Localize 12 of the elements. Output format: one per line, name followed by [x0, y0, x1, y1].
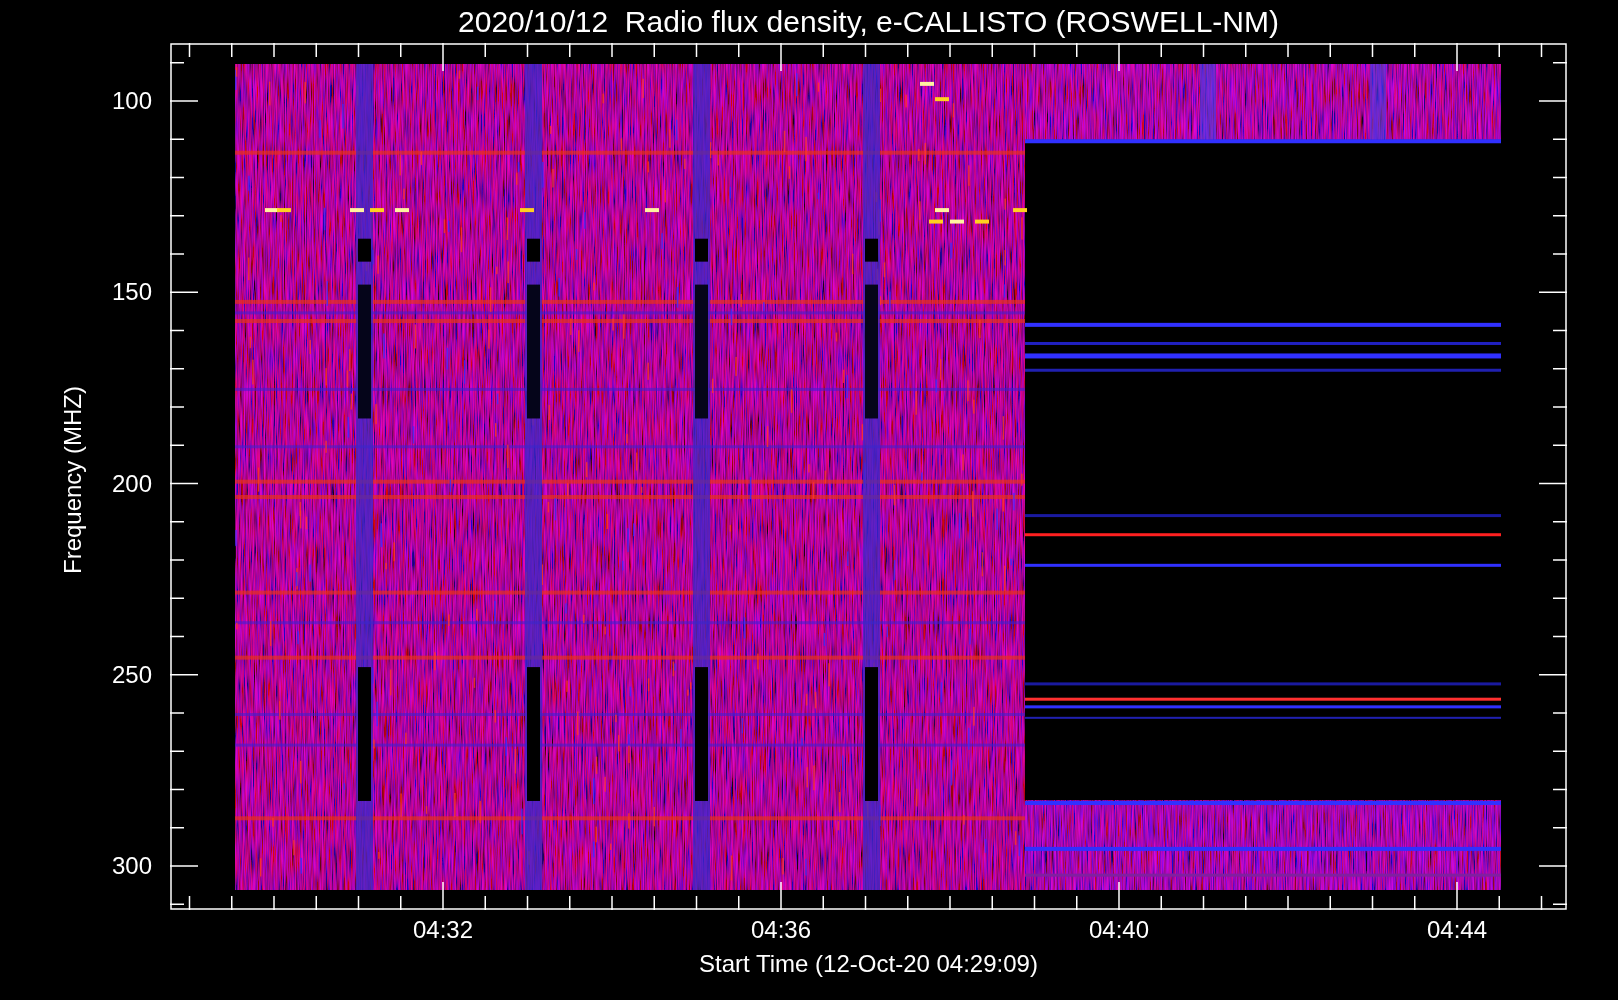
- y-tick-label: 300: [111, 852, 152, 880]
- x-tick-label: 04:44: [1426, 916, 1488, 944]
- y-tick-label: 200: [111, 469, 152, 498]
- x-tick-label: 04:32: [412, 916, 474, 944]
- y-tick-label: 150: [111, 278, 152, 307]
- x-axis-label: Start Time (12-Oct-20 04:29:09): [699, 950, 1038, 978]
- y-tick-label: 100: [111, 87, 152, 115]
- y-axis-label: Frequency (MHZ): [59, 386, 87, 574]
- x-tick-label: 04:36: [750, 916, 812, 944]
- chart-title: 2020/10/12 Radio flux density, e-CALLISTO (ROSWELL-NM): [458, 6, 1279, 37]
- x-tick-label: 04:40: [1088, 916, 1150, 944]
- y-tick-label: 250: [111, 660, 152, 689]
